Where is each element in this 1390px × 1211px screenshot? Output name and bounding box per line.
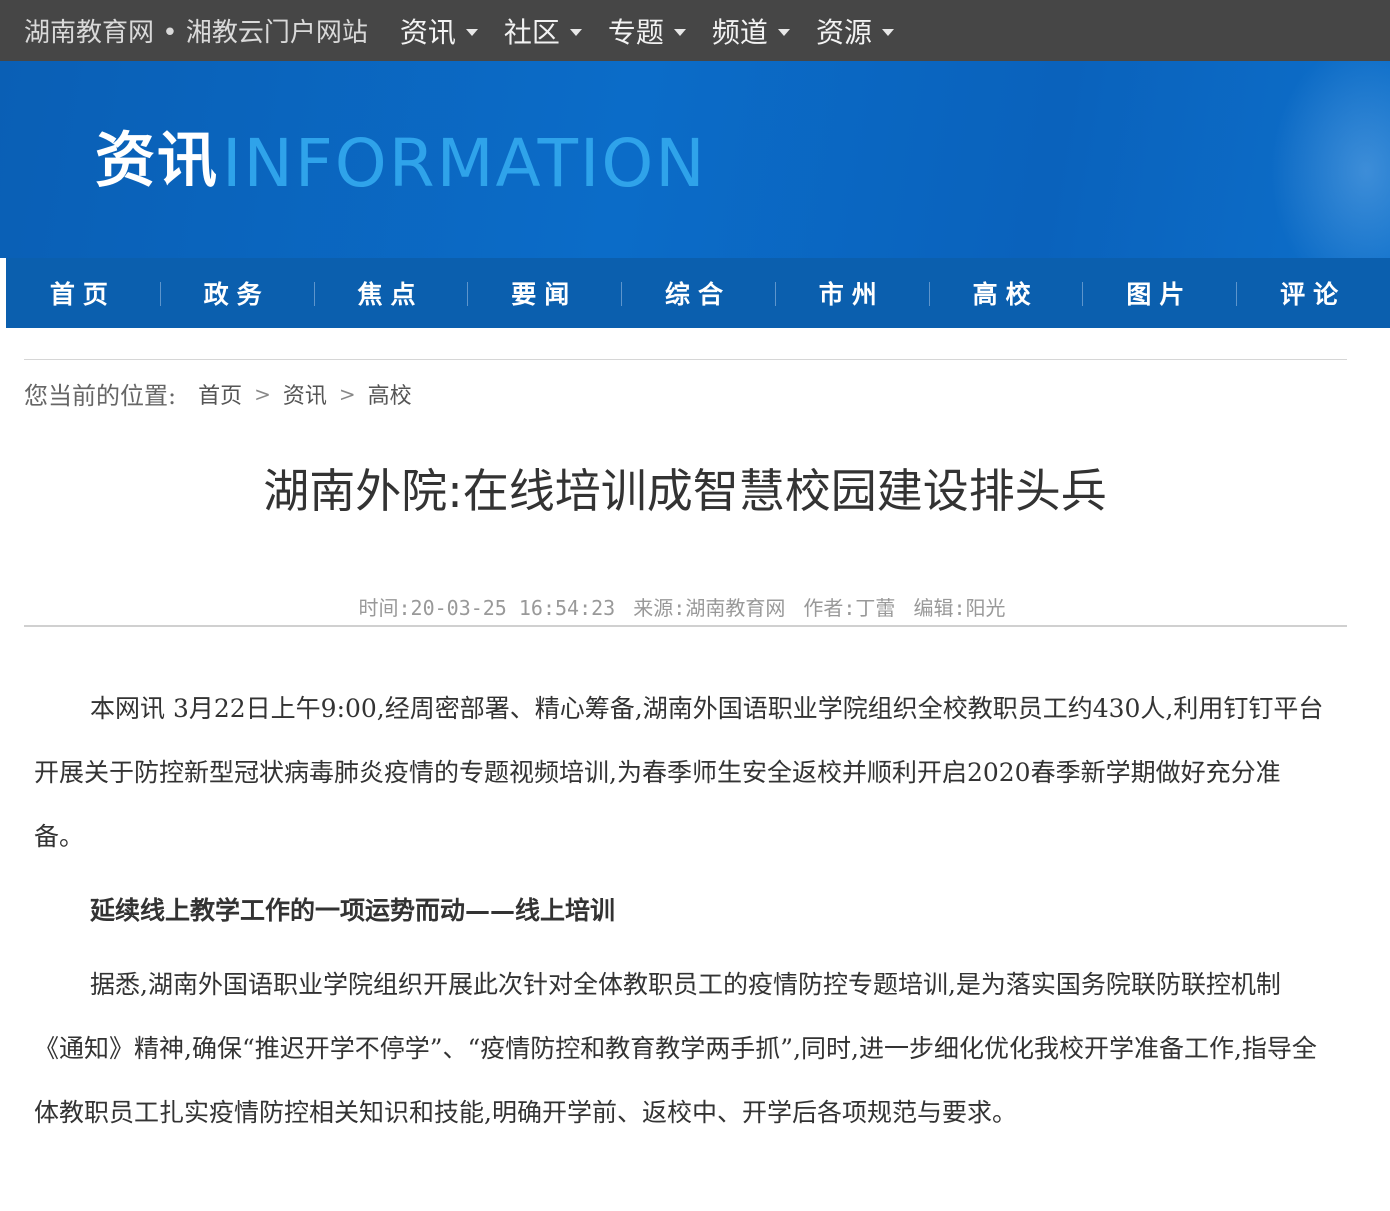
main-nav-item-comments[interactable]: 评论 bbox=[1236, 258, 1390, 328]
caret-down-icon bbox=[881, 28, 894, 36]
article-title: 湖南外院:在线培训成智慧校园建设排头兵 bbox=[263, 464, 1107, 518]
meta-source: 来源:湖南教育网 bbox=[633, 596, 786, 620]
article-paragraph: 据悉,湖南外国语职业学院组织开展此次针对全体教职员工的疫情防控专题培训,是为落实… bbox=[34, 970, 1317, 1127]
caret-down-icon bbox=[777, 28, 790, 36]
caret-down-icon bbox=[569, 28, 582, 36]
top-bar: 湖南教育网 • 湘教云门户网站 资讯 社区 专题 频道 资源 bbox=[0, 0, 1390, 61]
meta-author: 作者:丁蕾 bbox=[803, 596, 896, 620]
banner-title-en: INFORMATION bbox=[222, 125, 707, 202]
main-nav-item-general[interactable]: 综合 bbox=[621, 258, 775, 328]
main-nav-item-focus[interactable]: 焦点 bbox=[313, 258, 468, 328]
breadcrumb-item-news[interactable]: 资讯 bbox=[283, 378, 327, 410]
top-nav-label: 专题 bbox=[607, 15, 664, 49]
breadcrumb: 您当前的位置: 首页 > 资讯 > 高校 bbox=[24, 376, 412, 411]
main-nav-item-government[interactable]: 政务 bbox=[159, 258, 314, 328]
article-paragraph: 本网讯 3月22日上午9:00,经周密部署、精心筹备,湖南外国语职业学院组织全校… bbox=[34, 694, 1324, 851]
breadcrumb-item-universities[interactable]: 高校 bbox=[368, 378, 412, 410]
breadcrumb-label: 您当前的位置: bbox=[24, 382, 177, 410]
main-nav-item-universities[interactable]: 高校 bbox=[928, 258, 1083, 328]
caret-down-icon bbox=[465, 28, 478, 36]
divider bbox=[24, 359, 1347, 360]
top-nav: 资讯 社区 专题 频道 资源 bbox=[400, 11, 920, 51]
main-nav-item-cities[interactable]: 市州 bbox=[774, 258, 929, 328]
main-nav-item-home[interactable]: 首页 bbox=[6, 258, 160, 328]
main-nav-item-headlines[interactable]: 要闻 bbox=[467, 258, 621, 328]
meta-time: 时间:20-03-25 16:54:23 bbox=[358, 596, 616, 620]
banner-title-cn: 资讯 bbox=[95, 126, 219, 196]
chevron-right-icon: > bbox=[254, 381, 271, 406]
main-nav: 首页 政务 焦点 要闻 综合 市州 高校 图片 评论 bbox=[6, 258, 1390, 328]
top-nav-item-resources[interactable]: 资源 bbox=[816, 11, 894, 51]
section-banner: 资讯 INFORMATION bbox=[0, 61, 1390, 258]
top-nav-item-channels[interactable]: 频道 bbox=[712, 11, 790, 51]
meta-editor: 编辑:阳光 bbox=[913, 596, 1006, 620]
top-nav-item-news[interactable]: 资讯 bbox=[400, 11, 478, 51]
top-nav-label: 社区 bbox=[503, 15, 560, 49]
top-nav-label: 频道 bbox=[711, 15, 768, 49]
divider bbox=[24, 625, 1347, 627]
top-nav-label: 资源 bbox=[815, 15, 872, 49]
top-nav-label: 资讯 bbox=[399, 15, 456, 49]
top-nav-item-community[interactable]: 社区 bbox=[504, 11, 582, 51]
top-nav-item-topics[interactable]: 专题 bbox=[608, 11, 686, 51]
article-meta: 时间:20-03-25 16:54:23 来源:湖南教育网 作者:丁蕾 编辑:阳… bbox=[0, 592, 1370, 621]
caret-down-icon bbox=[673, 28, 686, 36]
main-nav-item-photos[interactable]: 图片 bbox=[1082, 258, 1236, 328]
article-subheading: 延续线上教学工作的一项运势而动——线上培训 bbox=[90, 896, 616, 925]
chevron-right-icon: > bbox=[338, 381, 356, 406]
site-title[interactable]: 湖南教育网 • 湘教云门户网站 bbox=[24, 12, 368, 49]
article-body: 本网讯 3月22日上午9:00,经周密部署、精心筹备,湖南外国语职业学院组织全校… bbox=[34, 677, 1324, 1145]
banner-decoration bbox=[1270, 61, 1390, 258]
breadcrumb-item-home[interactable]: 首页 bbox=[198, 378, 242, 410]
